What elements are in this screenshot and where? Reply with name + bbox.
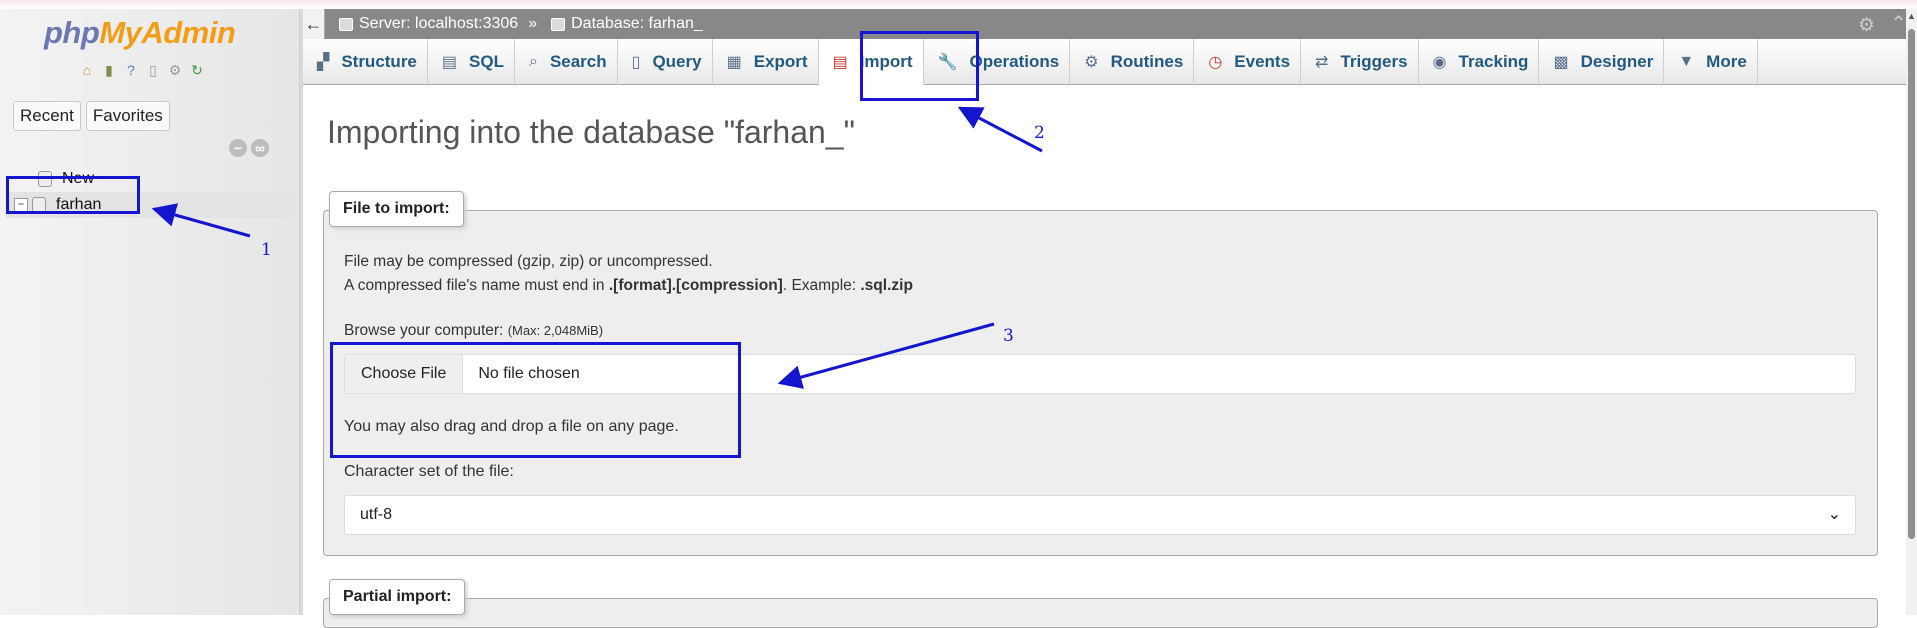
annotation-box-1 [6, 176, 140, 214]
triggers-icon: ⇄ [1315, 54, 1329, 71]
settings-icon[interactable]: ⚙ [166, 61, 184, 79]
phpmyadmin-logo[interactable]: phpMyAdmin [44, 15, 236, 51]
query-icon: ▯ [631, 54, 641, 71]
tree-controls: − ∞ [229, 139, 269, 157]
sidebar-resizer[interactable] [300, 9, 303, 615]
tab-sql[interactable]: ▤ SQL [428, 39, 515, 85]
reload-icon[interactable]: ↻ [188, 61, 206, 79]
logout-icon[interactable]: ▮ [100, 61, 118, 79]
tab-query[interactable]: ▯ Query [618, 39, 713, 85]
structure-icon: ▞ [317, 54, 330, 71]
tab-search[interactable]: ⌕ Search [515, 39, 618, 85]
compression-note: File may be compressed (gzip, zip) or un… [344, 253, 713, 270]
scrollbar-thumb[interactable] [1908, 29, 1915, 539]
collapse-all-icon[interactable]: − [229, 139, 247, 157]
file-to-import-legend: File to import: [329, 191, 464, 227]
annotation-arrow-2 [957, 106, 1043, 153]
breadcrumb-separator: » [528, 15, 538, 32]
breadcrumb: ← Server: localhost:3306 » Database: far… [303, 9, 1917, 39]
search-icon: ⌕ [528, 53, 538, 70]
charset-label: Character set of the file: [344, 463, 514, 480]
tab-tracking[interactable]: ◉ Tracking [1419, 39, 1540, 85]
docs-icon[interactable]: ▯ [144, 61, 162, 79]
tab-designer[interactable]: ▩ Designer [1539, 39, 1665, 85]
partial-import-fieldset [323, 598, 1878, 628]
page-title: Importing into the database "farhan_" [327, 114, 855, 150]
gear-icon[interactable]: ⚙ [1858, 14, 1875, 37]
annotation-label-3: 3 [1003, 326, 1014, 346]
chevron-down-icon: ⌄ [1827, 506, 1841, 523]
collapse-sidebar-icon[interactable]: ← [303, 9, 325, 39]
export-icon: ▦ [726, 54, 742, 71]
sidebar-icon-row: ⌂ ▮ ? ▯ ⚙ ↻ [78, 61, 206, 79]
server-icon [339, 17, 353, 31]
routines-icon: ⚙ [1084, 54, 1099, 71]
tab-routines[interactable]: ⚙ Routines [1070, 39, 1195, 85]
collapse-top-icon[interactable]: ⌃ [1890, 11, 1907, 36]
recent-tab[interactable]: Recent [13, 101, 81, 131]
tab-triggers[interactable]: ⇄ Triggers [1301, 39, 1419, 85]
tab-structure[interactable]: ▞ Structure [303, 39, 428, 85]
database-icon [551, 17, 566, 31]
designer-icon: ▩ [1553, 54, 1569, 71]
page-scrollbar[interactable]: ▲ [1906, 9, 1917, 615]
breadcrumb-database[interactable]: Database: farhan_ [551, 15, 703, 33]
tab-export[interactable]: ▦ Export [713, 39, 819, 85]
partial-import-legend: Partial import: [329, 579, 466, 615]
tab-events[interactable]: ◷ Events [1194, 39, 1302, 85]
more-icon: ▼ [1678, 53, 1695, 70]
favorites-tab[interactable]: Favorites [85, 101, 170, 131]
browse-label: Browse your computer: (Max: 2,048MiB) [344, 322, 604, 339]
home-icon[interactable]: ⌂ [78, 61, 96, 79]
top-strip [0, 0, 1917, 9]
annotation-label-1: 1 [261, 240, 272, 260]
events-icon: ◷ [1208, 54, 1223, 71]
charset-select[interactable]: utf-8 ⌄ [344, 495, 1856, 535]
link-icon[interactable]: ∞ [251, 139, 269, 157]
sql-icon: ▤ [441, 54, 458, 71]
import-icon: ▤ [832, 54, 848, 71]
compressed-name-note: A compressed file's name must end in .[f… [344, 277, 913, 294]
breadcrumb-server[interactable]: Server: localhost:3306 [339, 15, 518, 33]
tracking-icon: ◉ [1432, 54, 1447, 71]
scroll-up-icon[interactable]: ▲ [1907, 11, 1916, 21]
annotation-label-2: 2 [1034, 123, 1045, 143]
annotation-box-2 [860, 31, 979, 101]
navigation-sidebar: phpMyAdmin ⌂ ▮ ? ▯ ⚙ ↻ Recent Favorites … [0, 9, 300, 615]
help-icon[interactable]: ? [122, 61, 140, 79]
tab-bar: ▞ Structure ▤ SQL ⌕ Search ▯ Query ▦ Export ▤… [303, 39, 1906, 85]
sidebar-tabs: Recent Favorites [13, 101, 170, 131]
annotation-box-3 [330, 342, 741, 458]
tab-more[interactable]: ▼ More [1664, 39, 1758, 85]
